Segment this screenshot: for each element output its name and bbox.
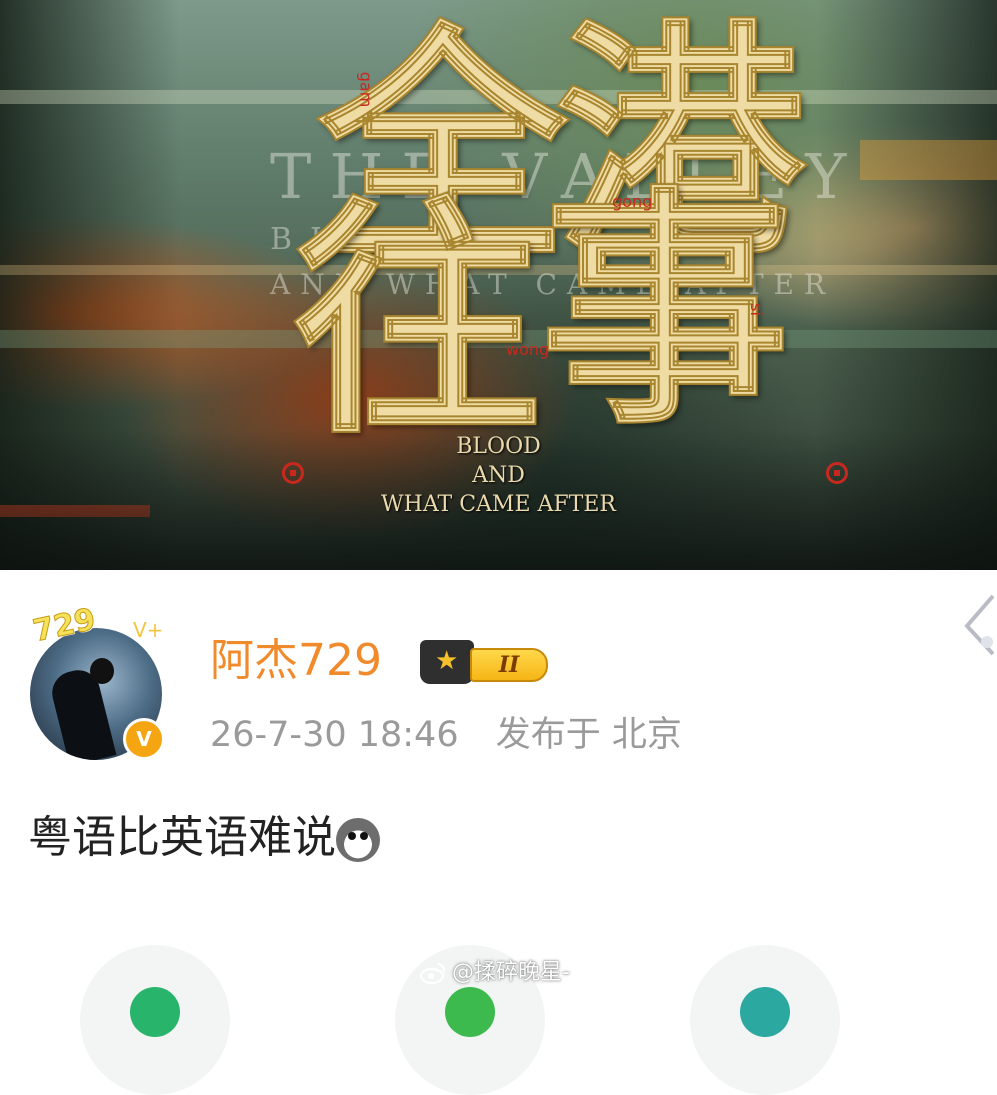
post-location: 发布于 北京	[495, 715, 682, 755]
coin-icon	[826, 462, 848, 484]
avatar[interactable]: 729 V+ V	[30, 601, 175, 760]
light-streak	[860, 140, 997, 180]
like-icon	[740, 987, 790, 1037]
comment-icon	[445, 987, 495, 1037]
title-char: 往	[291, 173, 543, 467]
star-icon: ★	[435, 646, 459, 676]
member-level-pill: II	[470, 648, 548, 682]
avatar-head	[90, 658, 114, 684]
like-button[interactable]	[690, 945, 840, 1095]
repost-button[interactable]	[80, 945, 230, 1095]
crown-icon: ★	[420, 640, 474, 684]
avatar-frame-level: V+	[133, 618, 164, 642]
romanization-label: gam	[356, 71, 376, 108]
member-badge[interactable]: ★ II	[420, 640, 555, 684]
weibo-logo-icon	[420, 963, 446, 984]
repost-icon	[130, 987, 180, 1037]
username[interactable]: 阿杰729	[210, 632, 382, 690]
watermark: @揉碎晚星-	[420, 958, 570, 988]
watermark-text: @揉碎晚星-	[452, 960, 570, 985]
post-text: 粤语比英语难说	[28, 812, 336, 863]
movie-banner[interactable]: THE VALLEY BLOOD AND WHAT CAME AFTER 全 港…	[0, 0, 997, 570]
coin-icon	[282, 462, 304, 484]
romanization-label: gong	[612, 192, 653, 211]
collapse-icon[interactable]	[955, 590, 995, 660]
english-subtitle: WHAT CAME AFTER	[381, 492, 616, 517]
husky-emoji-icon	[336, 818, 380, 862]
post-content: 粤语比英语难说	[28, 808, 380, 868]
post-timestamp: 26-7-30 18:46	[210, 715, 459, 755]
post-meta: 26-7-30 18:46 发布于 北京	[210, 712, 708, 758]
romanization-label: si	[746, 303, 766, 316]
verified-badge-icon: V	[123, 718, 165, 760]
romanization-label: wong	[506, 340, 550, 359]
english-subtitle: BLOOD	[456, 434, 541, 459]
